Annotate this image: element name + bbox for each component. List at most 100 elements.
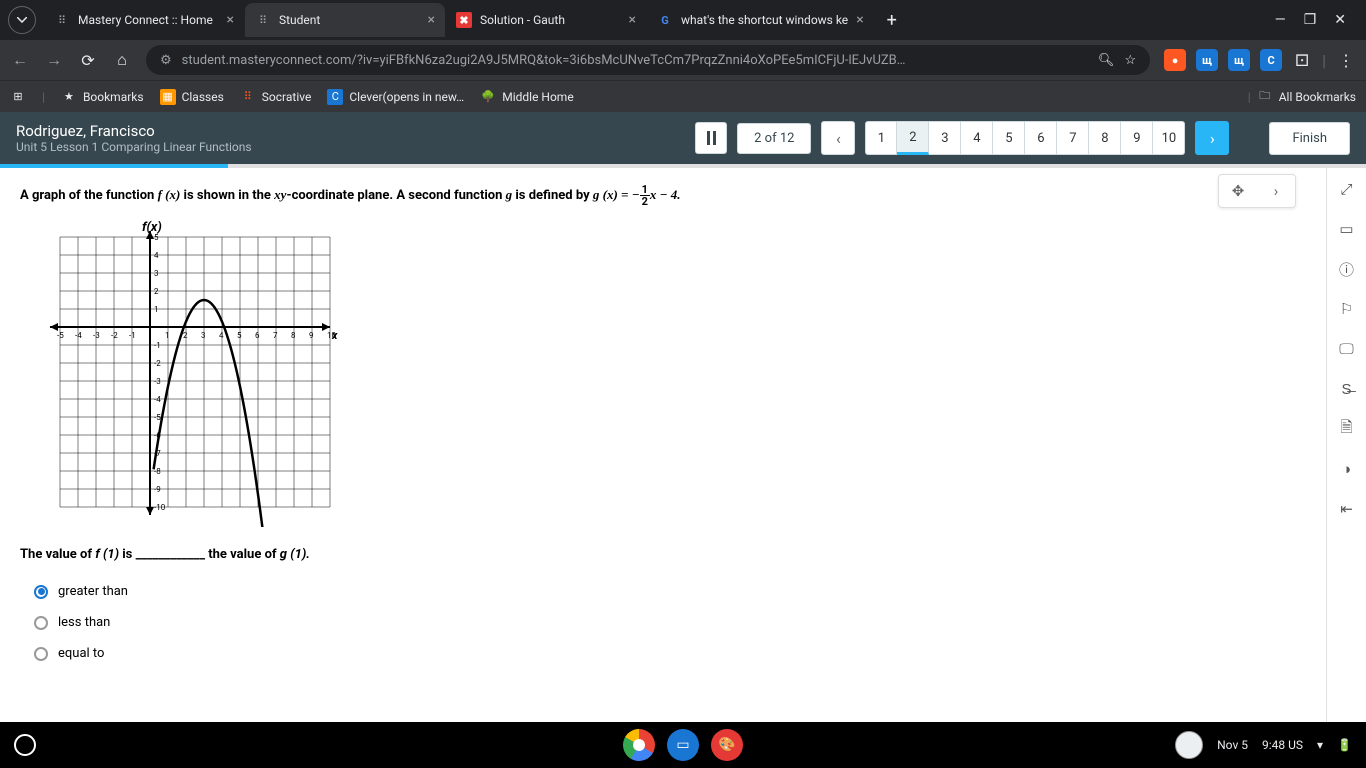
finish-button[interactable]: Finish: [1269, 122, 1350, 155]
site-info-icon[interactable]: ⚙: [160, 53, 172, 68]
url-text: student.masteryconnect.com/?iv=yiFBfkN6z…: [182, 53, 1088, 68]
radio-icon: [34, 616, 48, 630]
question-nav-item[interactable]: 9: [1121, 121, 1153, 155]
extension-icon[interactable]: ●: [1164, 49, 1186, 71]
bookmark-item[interactable]: ★Bookmarks: [61, 89, 144, 105]
move-tool-icon[interactable]: ✥: [1219, 175, 1257, 207]
question-nav-item[interactable]: 8: [1089, 121, 1121, 155]
tab-title: Mastery Connect :: Home: [78, 13, 219, 27]
close-window-icon[interactable]: ✕: [1334, 12, 1346, 28]
chrome-app-icon[interactable]: [623, 729, 655, 761]
new-tab-button[interactable]: +: [875, 10, 909, 31]
tab-title: Student: [279, 13, 420, 27]
svg-text:2: 2: [183, 331, 188, 340]
svg-text:9: 9: [309, 331, 314, 340]
question-nav-item[interactable]: 3: [929, 121, 961, 155]
svg-text:5: 5: [154, 233, 159, 242]
battery-icon[interactable]: 🔋: [1337, 738, 1352, 752]
svg-text:3: 3: [154, 269, 159, 278]
answer-option[interactable]: greater than: [34, 584, 1306, 599]
question-nav-item[interactable]: 7: [1057, 121, 1089, 155]
rectangle-tool-icon[interactable]: ▭: [1334, 216, 1360, 242]
taskbar-app-icon[interactable]: ▭: [667, 729, 699, 761]
extension-icon[interactable]: щ: [1228, 49, 1250, 71]
flag-icon[interactable]: ⚐: [1334, 296, 1360, 322]
drag-tool-palette: ✥ ›: [1218, 174, 1296, 208]
reload-button[interactable]: ⟳: [78, 51, 98, 70]
strikethrough-icon[interactable]: S̶: [1334, 376, 1360, 402]
notes-icon[interactable]: 🗎: [1334, 416, 1360, 442]
taskbar-date[interactable]: Nov 5: [1217, 738, 1248, 752]
question-nav-item[interactable]: 4: [961, 121, 993, 155]
question-nav-item[interactable]: 1: [865, 121, 897, 155]
apps-button[interactable]: ⊞: [10, 89, 26, 105]
tab-favicon-icon: ✖: [456, 12, 472, 28]
search-in-page-icon[interactable]: 🔍︎: [1098, 53, 1115, 68]
bookmark-item[interactable]: ▦Classes: [160, 89, 224, 105]
launcher-button[interactable]: [14, 734, 36, 756]
bookmark-item[interactable]: 🌳Middle Home: [480, 89, 573, 105]
wifi-icon[interactable]: ▾: [1317, 738, 1323, 752]
svg-text:4: 4: [219, 331, 224, 340]
answer-option[interactable]: equal to: [34, 646, 1306, 661]
next-question-button[interactable]: ›: [1195, 121, 1229, 155]
svg-text:f(x): f(x): [142, 220, 162, 235]
svg-text:-5: -5: [154, 413, 161, 422]
tab-close-icon[interactable]: ×: [629, 12, 636, 28]
tab-close-icon[interactable]: ×: [428, 12, 435, 28]
bookmark-star-icon[interactable]: ☆: [1124, 53, 1136, 68]
tab-close-icon[interactable]: ×: [856, 12, 863, 28]
protractor-icon[interactable]: ◑: [1334, 456, 1360, 482]
prev-question-button[interactable]: ‹: [821, 121, 855, 155]
tab-dropdown-button[interactable]: [8, 6, 36, 34]
pause-button[interactable]: [695, 122, 727, 154]
question-nav-item[interactable]: 6: [1025, 121, 1057, 155]
svg-text:-5: -5: [57, 331, 64, 340]
browser-tab[interactable]: ⠿ Mastery Connect :: Home ×: [44, 3, 244, 37]
extensions-button[interactable]: ⚀: [1292, 51, 1312, 70]
answer-options: greater than less than equal to: [20, 584, 1306, 661]
minimize-icon[interactable]: —: [1275, 12, 1286, 28]
tab-favicon-icon: ⠿: [54, 12, 70, 28]
monitor-icon[interactable]: 🖵: [1334, 336, 1360, 362]
svg-text:-8: -8: [154, 467, 161, 476]
browser-tab-active[interactable]: ⠿ Student ×: [245, 3, 445, 37]
extension-icon[interactable]: щ: [1196, 49, 1218, 71]
question-nav-item[interactable]: 10: [1153, 121, 1185, 155]
user-avatar[interactable]: [1175, 731, 1203, 759]
radio-icon: [34, 647, 48, 661]
url-input[interactable]: ⚙ student.masteryconnect.com/?iv=yiFBfkN…: [146, 45, 1150, 75]
answer-option[interactable]: less than: [34, 615, 1306, 630]
bookmark-item[interactable]: CClever(opens in new…: [327, 89, 464, 105]
expand-tool-icon[interactable]: ›: [1257, 175, 1295, 207]
home-button[interactable]: ⌂: [112, 50, 132, 70]
svg-text:5: 5: [237, 331, 242, 340]
svg-text:1: 1: [165, 331, 170, 340]
all-bookmarks-button[interactable]: 🗀All Bookmarks: [1257, 89, 1356, 105]
fullscreen-icon[interactable]: ⤢: [1334, 176, 1360, 202]
tab-favicon-icon: ⠿: [255, 12, 271, 28]
question-navigator: 1 2 3 4 5 6 7 8 9 10: [865, 121, 1185, 155]
tab-close-icon[interactable]: ×: [227, 12, 234, 28]
extension-clever-icon[interactable]: C: [1260, 49, 1282, 71]
svg-text:7: 7: [273, 331, 278, 340]
forward-button[interactable]: →: [44, 50, 64, 70]
taskbar-time[interactable]: 9:48 US: [1262, 738, 1303, 752]
browser-tab[interactable]: ✖ Solution - Gauth ×: [446, 3, 646, 37]
taskbar-app-icon[interactable]: 🎨: [711, 729, 743, 761]
accessibility-icon[interactable]: ⓘ: [1334, 256, 1360, 282]
os-taskbar: ▭ 🎨 Nov 5 9:48 US ▾ 🔋: [0, 722, 1366, 768]
browser-menu-button[interactable]: ⋮: [1336, 51, 1356, 70]
tab-favicon-google-icon: G: [657, 12, 673, 28]
back-button[interactable]: ←: [10, 50, 30, 70]
bookmarks-bar: ⊞ | ★Bookmarks ▦Classes ⠿Socrative CClev…: [0, 80, 1366, 112]
question-nav-item[interactable]: 5: [993, 121, 1025, 155]
bookmark-item[interactable]: ⠿Socrative: [240, 89, 312, 105]
option-label: less than: [58, 615, 110, 630]
collapse-icon[interactable]: ⇤: [1334, 496, 1360, 522]
browser-tab[interactable]: G what's the shortcut windows ke ×: [647, 3, 874, 37]
svg-text:-2: -2: [111, 331, 118, 340]
question-nav-item-current[interactable]: 2: [897, 121, 929, 155]
svg-text:8: 8: [291, 331, 296, 340]
restore-icon[interactable]: ❐: [1304, 12, 1317, 28]
